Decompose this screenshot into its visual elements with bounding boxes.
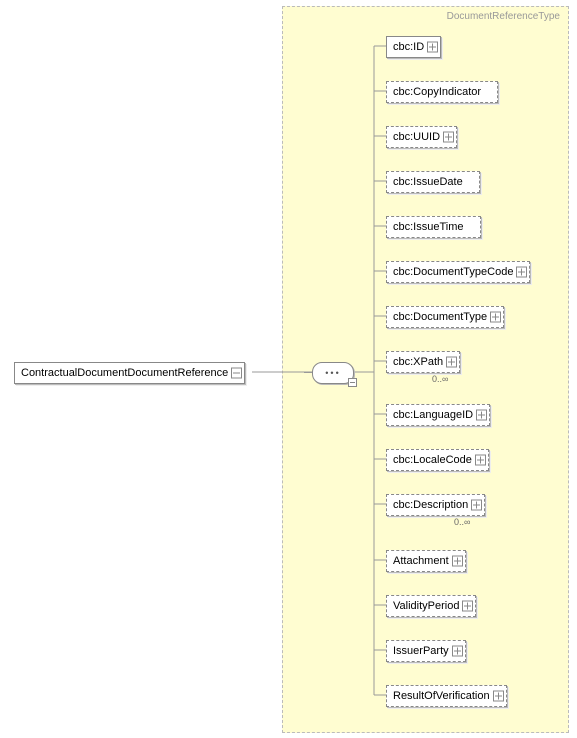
child-cbc-xpath[interactable]: cbc:XPath	[386, 351, 460, 373]
child-cbc-documenttypecode[interactable]: cbc:DocumentTypeCode	[386, 261, 530, 283]
occurrence-label: 0..∞	[454, 517, 470, 527]
child-label: IssuerParty	[393, 645, 449, 657]
child-cbc-description[interactable]: cbc:Description	[386, 494, 485, 516]
child-label: ValidityPeriod	[393, 600, 459, 612]
root-element[interactable]: ContractualDocumentDocumentReference	[14, 362, 245, 384]
sequence-expand-icon[interactable]	[348, 378, 357, 387]
child-cbc-issuetime[interactable]: cbc:IssueTime	[386, 216, 481, 238]
expand-icon[interactable]	[443, 132, 454, 143]
child-label: cbc:UUID	[393, 131, 440, 143]
child-validityperiod[interactable]: ValidityPeriod	[386, 595, 476, 617]
child-label: cbc:LanguageID	[393, 409, 473, 421]
expand-icon[interactable]	[475, 455, 486, 466]
occurrence-label: 0..∞	[432, 374, 448, 384]
expand-icon[interactable]	[516, 267, 527, 278]
child-label: cbc:DocumentType	[393, 311, 487, 323]
child-resultofverification[interactable]: ResultOfVerification	[386, 685, 507, 707]
expand-icon[interactable]	[427, 42, 438, 53]
expand-icon[interactable]	[476, 410, 487, 421]
child-label: cbc:IssueDate	[393, 176, 463, 188]
child-label: cbc:LocaleCode	[393, 454, 472, 466]
child-cbc-copyindicator[interactable]: cbc:CopyIndicator	[386, 81, 498, 103]
type-label: DocumentReferenceType	[447, 11, 560, 22]
sequence-dots-icon: •••	[313, 363, 353, 383]
collapse-icon[interactable]	[231, 368, 242, 379]
child-cbc-id[interactable]: cbc:ID	[386, 36, 441, 58]
child-label: ResultOfVerification	[393, 690, 490, 702]
child-attachment[interactable]: Attachment	[386, 550, 466, 572]
root-element-label: ContractualDocumentDocumentReference	[21, 367, 228, 379]
expand-icon[interactable]	[452, 646, 463, 657]
child-issuerparty[interactable]: IssuerParty	[386, 640, 466, 662]
diagram-canvas: DocumentReferenceType	[0, 0, 577, 738]
child-label: cbc:CopyIndicator	[393, 86, 481, 98]
expand-icon[interactable]	[493, 691, 504, 702]
child-cbc-documenttype[interactable]: cbc:DocumentType	[386, 306, 504, 328]
child-label: cbc:XPath	[393, 356, 443, 368]
child-label: cbc:ID	[393, 41, 424, 53]
expand-icon[interactable]	[452, 556, 463, 567]
child-cbc-issuedate[interactable]: cbc:IssueDate	[386, 171, 480, 193]
expand-icon[interactable]	[446, 357, 457, 368]
expand-icon[interactable]	[471, 500, 482, 511]
child-cbc-localecode[interactable]: cbc:LocaleCode	[386, 449, 489, 471]
expand-icon[interactable]	[462, 601, 473, 612]
child-label: cbc:DocumentTypeCode	[393, 266, 513, 278]
expand-icon[interactable]	[490, 312, 501, 323]
child-label: cbc:Description	[393, 499, 468, 511]
child-cbc-uuid[interactable]: cbc:UUID	[386, 126, 457, 148]
child-cbc-languageid[interactable]: cbc:LanguageID	[386, 404, 490, 426]
child-label: cbc:IssueTime	[393, 221, 464, 233]
child-label: Attachment	[393, 555, 449, 567]
